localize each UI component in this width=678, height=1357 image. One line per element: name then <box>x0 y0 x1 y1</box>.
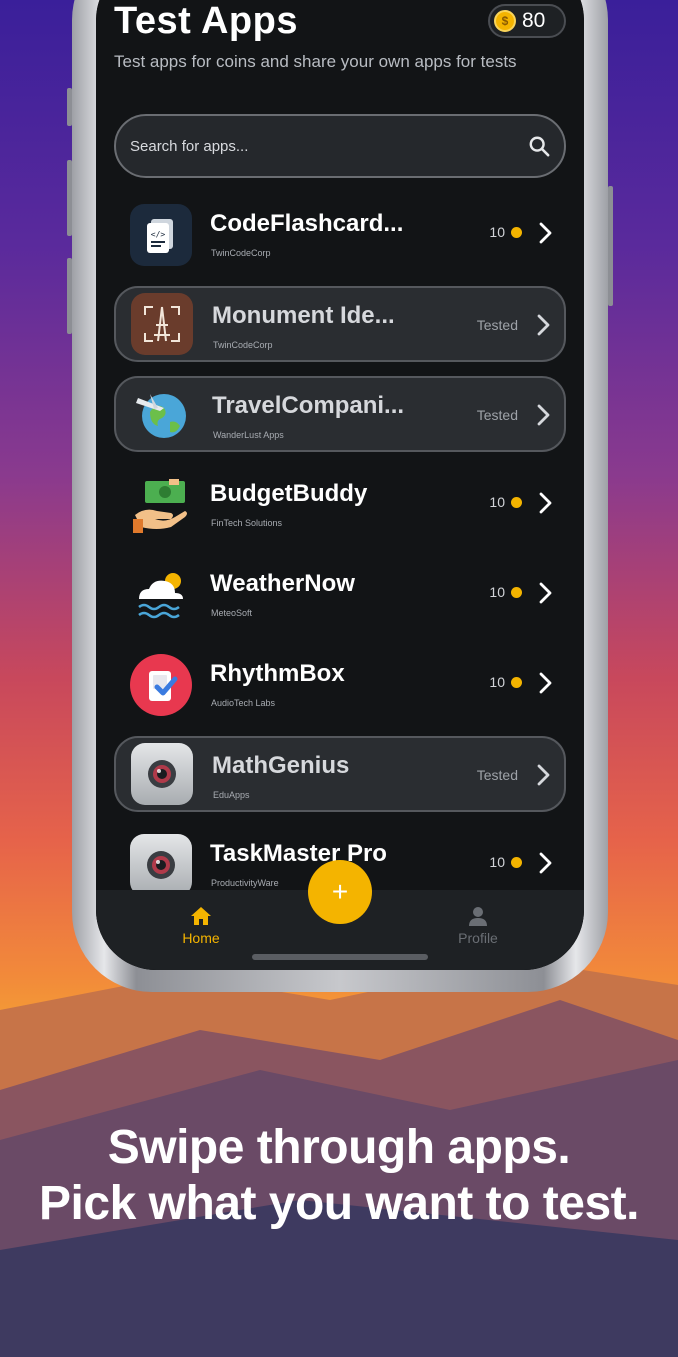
svg-text:</>: </> <box>151 230 166 239</box>
app-developer: ProductivityWare <box>211 878 279 888</box>
person-icon <box>469 907 487 926</box>
app-developer: WanderLust Apps <box>213 430 284 440</box>
app-name: MathGenius <box>212 752 350 779</box>
app-reward: 10 <box>489 224 522 240</box>
code-flashcard-icon: </> <box>130 204 192 266</box>
app-name: RhythmBox <box>210 660 345 687</box>
app-list-item[interactable]: BudgetBuddy FinTech Solutions 10 <box>114 466 566 542</box>
app-reward: 10 <box>489 854 522 870</box>
test-apps-screen: Test Apps $ 80 Test apps for coins and s… <box>96 0 584 970</box>
app-list-item[interactable]: MathGenius EduApps Tested <box>114 736 566 812</box>
app-name: WeatherNow <box>210 570 355 597</box>
chevron-right-icon <box>537 764 550 786</box>
add-app-button[interactable]: + <box>308 860 372 924</box>
phone-volume-up-button <box>67 160 72 236</box>
app-developer: MeteoSoft <box>211 608 253 618</box>
home-indicator <box>252 954 428 960</box>
reward-amount: 10 <box>489 224 505 240</box>
app-developer: FinTech Solutions <box>211 518 283 528</box>
rhythm-box-icon <box>130 654 192 716</box>
plus-icon: + <box>331 876 349 907</box>
dollar-coin-icon: $ <box>494 10 516 32</box>
chevron-right-icon <box>537 404 550 426</box>
coin-dot-icon <box>511 496 522 508</box>
search-icon[interactable] <box>528 135 550 157</box>
tested-status: Tested <box>476 767 518 783</box>
coin-dot-icon <box>511 226 522 238</box>
reward-amount: 10 <box>489 854 505 870</box>
camera-lens-icon <box>130 834 192 890</box>
chevron-right-icon <box>539 222 552 244</box>
coin-balance-value: 80 <box>522 9 546 32</box>
nav-home-label: Home <box>182 930 220 946</box>
chevron-right-icon <box>539 852 552 874</box>
app-list-item[interactable]: WeatherNow MeteoSoft 10 <box>114 556 566 632</box>
search-input[interactable]: Search for apps... <box>114 114 566 178</box>
coin-dot-icon <box>511 856 522 868</box>
coin-dot-icon <box>511 676 522 688</box>
chevron-right-icon <box>539 492 552 514</box>
app-name: TaskMaster Pro <box>210 840 387 867</box>
app-list-item[interactable]: Monument Ide... TwinCodeCorp Tested <box>114 286 566 362</box>
reward-amount: 10 <box>489 494 505 510</box>
money-hand-icon <box>130 474 192 536</box>
reward-amount: 10 <box>489 674 505 690</box>
app-name: CodeFlashcard... <box>210 210 404 237</box>
page-subtitle: Test apps for coins and share your own a… <box>114 52 517 71</box>
eiffel-tower-icon <box>131 293 193 355</box>
app-reward: 10 <box>489 674 522 690</box>
chevron-right-icon <box>539 672 552 694</box>
app-name: BudgetBuddy <box>210 480 368 507</box>
app-list-item[interactable]: TravelCompani... WanderLust Apps Tested <box>114 376 566 452</box>
search-placeholder: Search for apps... <box>130 137 249 155</box>
chevron-right-icon <box>539 582 552 604</box>
nav-home[interactable]: Home <box>161 906 241 946</box>
nav-profile[interactable]: Profile <box>438 906 518 946</box>
app-reward: 10 <box>489 494 522 510</box>
nav-profile-label: Profile <box>458 930 498 946</box>
tested-status: Tested <box>476 317 518 333</box>
phone-volume-down-button <box>67 258 72 334</box>
phone-screen: Test Apps $ 80 Test apps for coins and s… <box>96 0 584 970</box>
home-icon <box>191 907 211 925</box>
caption-line-2: Pick what you want to test. <box>39 1177 639 1230</box>
coin-balance-badge[interactable]: $ 80 <box>488 4 566 38</box>
globe-plane-icon <box>131 383 193 445</box>
camera-lens-icon <box>131 743 193 805</box>
app-list-item[interactable]: </> CodeFlashcard... TwinCodeCorp 10 <box>114 196 566 272</box>
app-developer: EduApps <box>213 790 250 800</box>
app-developer: TwinCodeCorp <box>213 340 273 350</box>
tested-status: Tested <box>476 407 518 423</box>
chevron-right-icon <box>537 314 550 336</box>
app-developer: AudioTech Labs <box>211 698 276 708</box>
phone-power-button <box>608 186 613 306</box>
coin-dot-icon <box>511 586 522 598</box>
phone-mute-switch <box>67 88 72 126</box>
cloud-weather-icon <box>130 564 192 626</box>
caption-line-1: Swipe through apps. <box>107 1121 571 1174</box>
reward-amount: 10 <box>489 584 505 600</box>
app-developer: TwinCodeCorp <box>211 248 271 258</box>
app-list-item[interactable]: RhythmBox AudioTech Labs 10 <box>114 646 566 722</box>
app-name: TravelCompani... <box>212 392 405 419</box>
promo-caption: Swipe through apps. Pick what you want t… <box>0 1120 678 1232</box>
app-name: Monument Ide... <box>212 302 395 329</box>
app-list: </> CodeFlashcard... TwinCodeCorp 10 Mon… <box>96 196 584 890</box>
page-title: Test Apps <box>114 0 298 42</box>
app-reward: 10 <box>489 584 522 600</box>
